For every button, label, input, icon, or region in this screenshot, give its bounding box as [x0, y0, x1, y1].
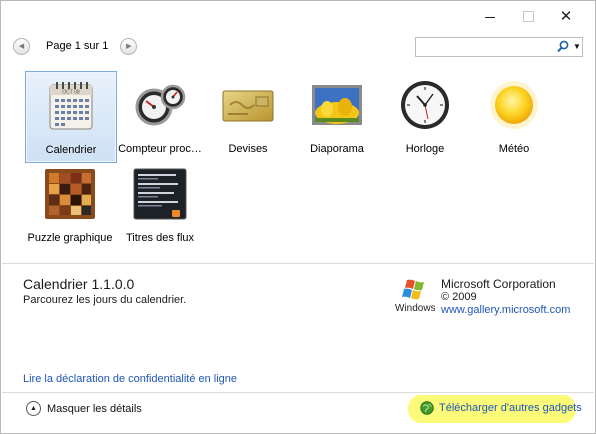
search-icon[interactable] [556, 39, 570, 54]
gadget-label: Météo [498, 143, 530, 155]
gadget-gallery-window: ✕ ◀ Page 1 sur 1 ▶ ▼ OCT 08 Calendrier C… [0, 0, 596, 434]
cpu-meter-icon [135, 84, 186, 126]
gadget-label: Puzzle graphique [27, 232, 113, 244]
publisher-name: Microsoft Corporation [441, 277, 556, 291]
weather-sun-icon [490, 81, 538, 129]
search-box: ▼ [415, 37, 583, 57]
hide-details-button[interactable]: ▲ Masquer les détails [26, 401, 142, 416]
maximize-icon [522, 10, 534, 22]
close-icon: ✕ [559, 7, 573, 25]
chevron-down-icon: ▼ [573, 42, 581, 51]
gadget-label: Horloge [405, 143, 445, 155]
gadget-tile-devises[interactable]: Devises [203, 71, 293, 161]
windows-logo-icon: Windows [395, 279, 435, 314]
gadget-tile-horloge[interactable]: Horloge [380, 71, 470, 161]
download-more-gadgets-label: Télécharger d'autres gadgets [439, 402, 582, 414]
search-dropdown-button[interactable]: ▼ [572, 39, 582, 54]
gadget-tile-diaporama[interactable]: Diaporama [292, 71, 382, 161]
gadget-tile-compteur[interactable]: Compteur proc… [115, 71, 205, 161]
slideshow-icon [312, 85, 362, 125]
windows-logo-text: Windows [395, 303, 435, 314]
calendar-month-label: OCT 08 [62, 90, 80, 96]
privacy-statement-link[interactable]: Lire la déclaration de confidentialité e… [23, 373, 237, 385]
divider [2, 263, 594, 264]
gadget-label: Compteur proc… [118, 143, 202, 155]
gadget-tile-calendrier[interactable]: OCT 08 Calendrier [25, 71, 117, 163]
currency-card-icon [222, 90, 274, 122]
footer: ▲ Masquer les détails Télécharger d'autr… [2, 393, 594, 433]
gadget-label: Titres des flux [125, 232, 195, 244]
publisher-website-link[interactable]: www.gallery.microsoft.com [441, 304, 570, 316]
gadget-label: Calendrier [45, 144, 97, 156]
chevron-up-icon: ▲ [26, 401, 41, 416]
search-input[interactable] [418, 39, 552, 53]
details-title: Calendrier 1.1.0.0 [23, 276, 135, 292]
details-description: Parcourez les jours du calendrier. [23, 294, 187, 306]
gadget-grid: OCT 08 Calendrier Compteur proc… Devises… [2, 65, 594, 259]
clock-icon [401, 81, 449, 129]
hide-details-label: Masquer les détails [47, 402, 142, 415]
copyright-text: © 2009 [441, 291, 477, 303]
close-button[interactable]: ✕ [555, 7, 577, 25]
page-indicator: Page 1 sur 1 [46, 40, 109, 52]
gadget-label: Devises [228, 143, 268, 155]
globe-icon [420, 401, 434, 415]
maximize-button[interactable] [517, 7, 539, 25]
feed-headlines-icon [133, 168, 187, 220]
next-page-button[interactable]: ▶ [120, 37, 138, 55]
pager: ◀ Page 1 sur 1 ▶ [13, 37, 138, 55]
puzzle-icon [45, 169, 95, 219]
gadget-tile-meteo[interactable]: Météo [469, 71, 559, 161]
minimize-icon [485, 16, 495, 18]
download-more-gadgets-link[interactable]: Télécharger d'autres gadgets [420, 401, 582, 415]
gadget-label: Diaporama [310, 143, 364, 155]
prev-page-button[interactable]: ◀ [13, 37, 30, 55]
gadget-tile-flux[interactable]: Titres des flux [115, 160, 205, 250]
calendar-icon: OCT 08 [49, 82, 93, 130]
chevron-right-icon: ▶ [126, 43, 132, 50]
minimize-button[interactable] [479, 7, 501, 25]
chevron-left-icon: ◀ [18, 43, 25, 50]
gadget-tile-puzzle[interactable]: Puzzle graphique [25, 160, 115, 250]
